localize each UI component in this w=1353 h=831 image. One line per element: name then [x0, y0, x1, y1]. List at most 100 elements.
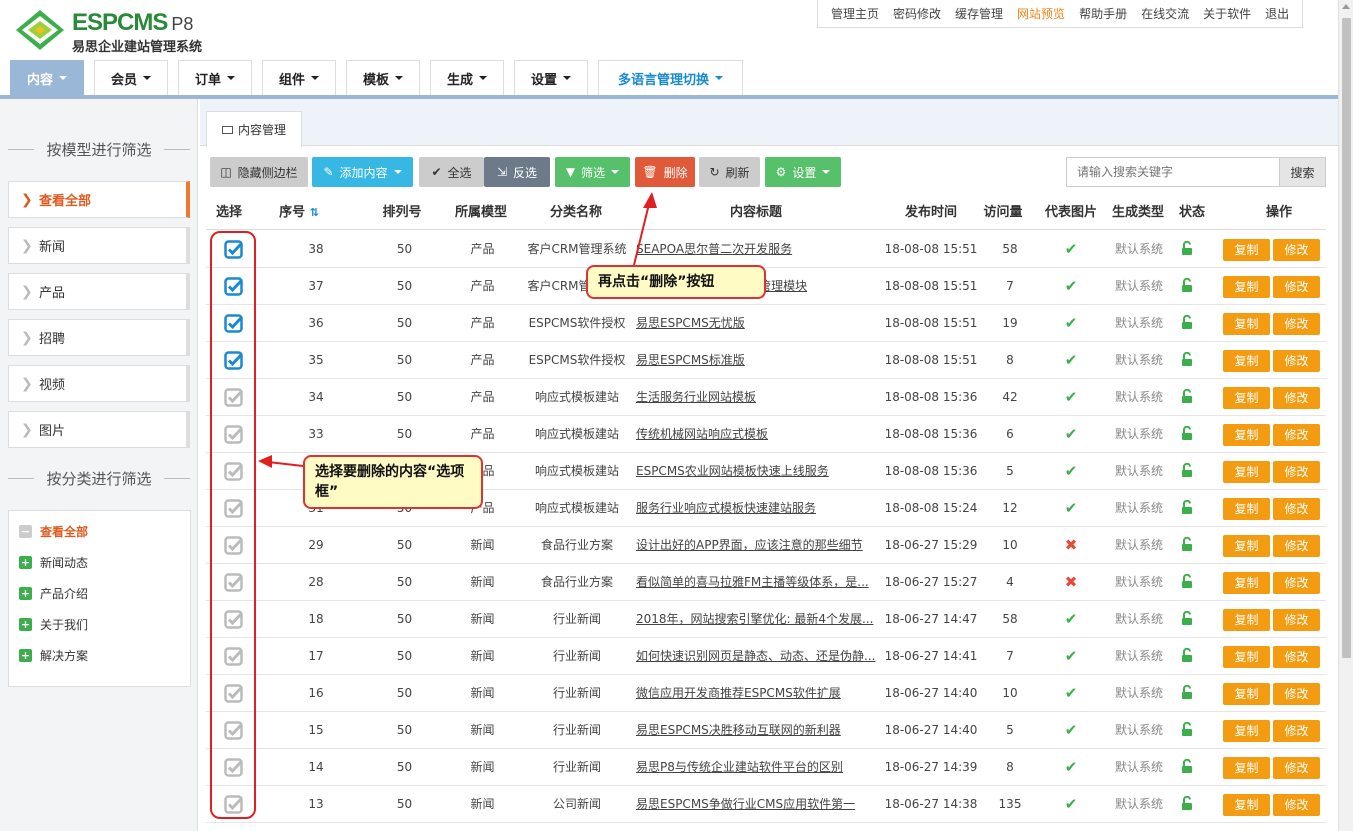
cell-title-link[interactable]: 传统机械网站响应式模板 — [636, 416, 876, 453]
cell-title-link[interactable]: 微信应用开发商推荐ESPCMS软件扩展 — [636, 675, 876, 712]
copy-button[interactable]: 复制 — [1223, 609, 1270, 631]
unlock-icon[interactable] — [1181, 315, 1193, 330]
copy-button[interactable]: 复制 — [1223, 350, 1270, 372]
nav-tab-content[interactable]: 内容 — [10, 60, 84, 95]
copy-button[interactable]: 复制 — [1223, 646, 1270, 668]
scrollbar-thumb[interactable] — [1342, 18, 1351, 658]
cell-title-link[interactable]: 易思ESPCMS无忧版 — [636, 305, 876, 342]
edit-button[interactable]: 修改 — [1273, 424, 1320, 446]
nav-tab-order[interactable]: 订单 — [178, 60, 252, 95]
top-link-chat[interactable]: 在线交流 — [1141, 5, 1189, 22]
top-link-help[interactable]: 帮助手册 — [1079, 5, 1127, 22]
nav-tab-multilang[interactable]: 多语言管理切换 — [598, 60, 743, 95]
top-link-password[interactable]: 密码修改 — [893, 5, 941, 22]
copy-button[interactable]: 复制 — [1223, 461, 1270, 483]
edit-button[interactable]: 修改 — [1273, 720, 1320, 742]
unlock-icon[interactable] — [1181, 537, 1193, 552]
copy-button[interactable]: 复制 — [1223, 313, 1270, 335]
copy-button[interactable]: 复制 — [1223, 276, 1270, 298]
top-link-about[interactable]: 关于软件 — [1203, 5, 1251, 22]
cell-title-link[interactable]: 易思ESPCMS标准版 — [636, 342, 876, 379]
copy-button[interactable]: 复制 — [1223, 387, 1270, 409]
category-item-about[interactable]: + 关于我们 — [19, 616, 88, 633]
invert-selection-button[interactable]: ⇲ 反选 — [484, 157, 550, 187]
copy-button[interactable]: 复制 — [1223, 424, 1270, 446]
unlock-icon[interactable] — [1181, 611, 1193, 626]
cell-title-link[interactable]: 生活服务行业网站模板 — [636, 379, 876, 416]
col-id[interactable]: 序号 ⇅ — [276, 196, 322, 230]
cell-title-link[interactable]: 2018年，网站搜索引擎优化: 最新4个发展... — [636, 601, 876, 638]
edit-button[interactable]: 修改 — [1273, 387, 1320, 409]
edit-button[interactable]: 修改 — [1273, 609, 1320, 631]
scrollbar[interactable] — [1338, 0, 1353, 831]
edit-button[interactable]: 修改 — [1273, 535, 1320, 557]
top-link-logout[interactable]: 退出 — [1265, 5, 1289, 22]
sidebar-item-all[interactable]: ❯ 查看全部 — [8, 181, 190, 218]
copy-button[interactable]: 复制 — [1223, 757, 1270, 779]
unlock-icon[interactable] — [1181, 241, 1193, 256]
settings-button[interactable]: ⚙ 设置 — [765, 157, 841, 187]
nav-tab-generate[interactable]: 生成 — [430, 60, 504, 95]
top-link-preview[interactable]: 网站预览 — [1017, 5, 1065, 22]
cell-title-link[interactable]: 如何快速识别网页是静态、动态、还是伪静... — [636, 638, 876, 675]
unlock-icon[interactable] — [1181, 352, 1193, 367]
copy-button[interactable]: 复制 — [1223, 572, 1270, 594]
nav-tab-member[interactable]: 会员 — [94, 60, 168, 95]
edit-button[interactable]: 修改 — [1273, 313, 1320, 335]
edit-button[interactable]: 修改 — [1273, 498, 1320, 520]
copy-button[interactable]: 复制 — [1223, 683, 1270, 705]
unlock-icon[interactable] — [1181, 759, 1193, 774]
unlock-icon[interactable] — [1181, 574, 1193, 589]
edit-button[interactable]: 修改 — [1273, 572, 1320, 594]
edit-button[interactable]: 修改 — [1273, 794, 1320, 816]
edit-button[interactable]: 修改 — [1273, 239, 1320, 261]
sidebar-item-image[interactable]: ❯ 图片 — [8, 411, 190, 448]
category-item-products[interactable]: + 产品介绍 — [19, 585, 88, 602]
edit-button[interactable]: 修改 — [1273, 683, 1320, 705]
sidebar-item-news[interactable]: ❯ 新闻 — [8, 227, 190, 264]
cell-title-link[interactable]: ESPCMS农业网站模板快速上线服务 — [636, 453, 876, 490]
nav-tab-settings[interactable]: 设置 — [514, 60, 588, 95]
category-item-all[interactable]: − 查看全部 — [19, 523, 88, 540]
cell-title-link[interactable]: 设计出好的APP界面，应该注意的那些细节 — [636, 527, 876, 564]
filter-button[interactable]: ▼ 筛选 — [555, 157, 630, 187]
search-button[interactable]: 搜索 — [1279, 158, 1325, 186]
cell-title-link[interactable]: 服务行业响应式模板快速建站服务 — [636, 490, 876, 527]
add-content-button[interactable]: ✎ 添加内容 — [312, 157, 413, 187]
cell-title-link[interactable]: SEAPOA思尔普二次开发服务 — [636, 231, 876, 268]
unlock-icon[interactable] — [1181, 426, 1193, 441]
copy-button[interactable]: 复制 — [1223, 535, 1270, 557]
unlock-icon[interactable] — [1181, 722, 1193, 737]
search-input[interactable] — [1067, 158, 1279, 186]
tab-content-management[interactable]: 内容管理 — [206, 111, 302, 147]
cell-title-link[interactable]: 易思P8与传统企业建站软件平台的区别 — [636, 749, 876, 786]
delete-button[interactable]: 🗑 删除 — [635, 157, 695, 187]
unlock-icon[interactable] — [1181, 500, 1193, 515]
unlock-icon[interactable] — [1181, 648, 1193, 663]
edit-button[interactable]: 修改 — [1273, 757, 1320, 779]
refresh-button[interactable]: ↻ 刷新 — [699, 157, 760, 187]
sidebar-item-jobs[interactable]: ❯ 招聘 — [8, 319, 190, 356]
unlock-icon[interactable] — [1181, 685, 1193, 700]
copy-button[interactable]: 复制 — [1223, 794, 1270, 816]
nav-tab-template[interactable]: 模板 — [346, 60, 420, 95]
edit-button[interactable]: 修改 — [1273, 350, 1320, 372]
top-link-home[interactable]: 管理主页 — [831, 5, 879, 22]
unlock-icon[interactable] — [1181, 796, 1193, 811]
copy-button[interactable]: 复制 — [1223, 239, 1270, 261]
category-item-solutions[interactable]: + 解决方案 — [19, 647, 88, 664]
scroll-up-icon[interactable] — [1342, 4, 1350, 9]
select-all-button[interactable]: ✔ 全选 — [419, 157, 484, 187]
edit-button[interactable]: 修改 — [1273, 646, 1320, 668]
sidebar-item-product[interactable]: ❯ 产品 — [8, 273, 190, 310]
top-link-cache[interactable]: 缓存管理 — [955, 5, 1003, 22]
edit-button[interactable]: 修改 — [1273, 276, 1320, 298]
copy-button[interactable]: 复制 — [1223, 720, 1270, 742]
hide-sidebar-button[interactable]: ◫ 隐藏侧边栏 — [210, 157, 308, 187]
cell-title-link[interactable]: 易思ESPCMS争做行业CMS应用软件第一 — [636, 786, 876, 823]
unlock-icon[interactable] — [1181, 463, 1193, 478]
nav-tab-component[interactable]: 组件 — [262, 60, 336, 95]
copy-button[interactable]: 复制 — [1223, 498, 1270, 520]
edit-button[interactable]: 修改 — [1273, 461, 1320, 483]
unlock-icon[interactable] — [1181, 389, 1193, 404]
